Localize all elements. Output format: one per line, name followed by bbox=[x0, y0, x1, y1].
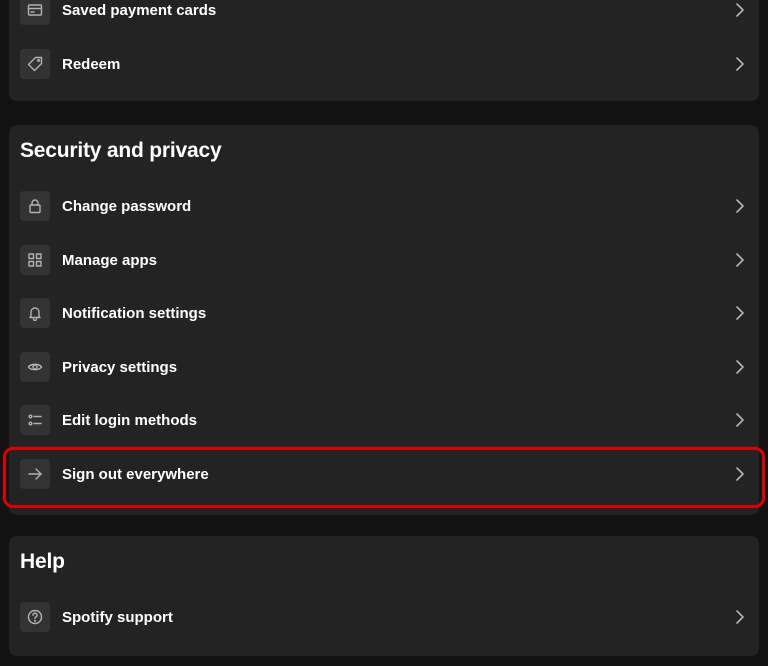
account-settings-page: Saved payment cards Redeem Security and … bbox=[0, 0, 768, 666]
sign-out-everywhere-row[interactable]: Sign out everywhere bbox=[9, 447, 759, 501]
manage-apps-label: Manage apps bbox=[62, 251, 158, 269]
bell-icon bbox=[20, 298, 50, 328]
payment-section: Saved payment cards Redeem bbox=[9, 0, 759, 101]
spotify-support-label: Spotify support bbox=[62, 608, 173, 626]
chevron-right-icon bbox=[733, 55, 747, 73]
edit-login-methods-label: Edit login methods bbox=[62, 411, 197, 429]
change-password-label: Change password bbox=[62, 197, 192, 215]
help-section: Help Spotify support bbox=[9, 536, 759, 656]
chevron-right-icon bbox=[733, 608, 747, 626]
change-password-row[interactable]: Change password bbox=[9, 179, 759, 233]
eye-icon bbox=[20, 352, 50, 382]
help-circle-icon bbox=[20, 602, 50, 632]
redeem-label: Redeem bbox=[62, 55, 121, 73]
notification-settings-label: Notification settings bbox=[62, 304, 207, 322]
privacy-settings-row[interactable]: Privacy settings bbox=[9, 340, 759, 394]
chevron-right-icon bbox=[733, 1, 747, 19]
chevron-right-icon bbox=[733, 411, 747, 429]
tag-icon bbox=[20, 49, 50, 79]
chevron-right-icon bbox=[733, 197, 747, 215]
grid-icon bbox=[20, 245, 50, 275]
section-title: Security and privacy bbox=[20, 139, 222, 162]
card-icon bbox=[20, 0, 50, 25]
edit-login-methods-row[interactable]: Edit login methods bbox=[9, 393, 759, 447]
privacy-settings-label: Privacy settings bbox=[62, 358, 178, 376]
saved-payment-cards-row[interactable]: Saved payment cards bbox=[9, 0, 759, 37]
sign-out-everywhere-label: Sign out everywhere bbox=[62, 465, 209, 483]
redeem-row[interactable]: Redeem bbox=[9, 37, 759, 91]
chevron-right-icon bbox=[733, 251, 747, 269]
chevron-right-icon bbox=[733, 465, 747, 483]
spotify-support-row[interactable]: Spotify support bbox=[9, 590, 759, 644]
notification-settings-row[interactable]: Notification settings bbox=[9, 286, 759, 340]
manage-apps-row[interactable]: Manage apps bbox=[9, 233, 759, 287]
arrow-right-icon bbox=[20, 459, 50, 489]
section-title: Help bbox=[20, 550, 65, 573]
lock-icon bbox=[20, 191, 50, 221]
chevron-right-icon bbox=[733, 358, 747, 376]
chevron-right-icon bbox=[733, 304, 747, 322]
saved-payment-cards-label: Saved payment cards bbox=[62, 1, 217, 19]
list-icon bbox=[20, 405, 50, 435]
security-privacy-section: Security and privacy Change password Man… bbox=[9, 125, 759, 515]
